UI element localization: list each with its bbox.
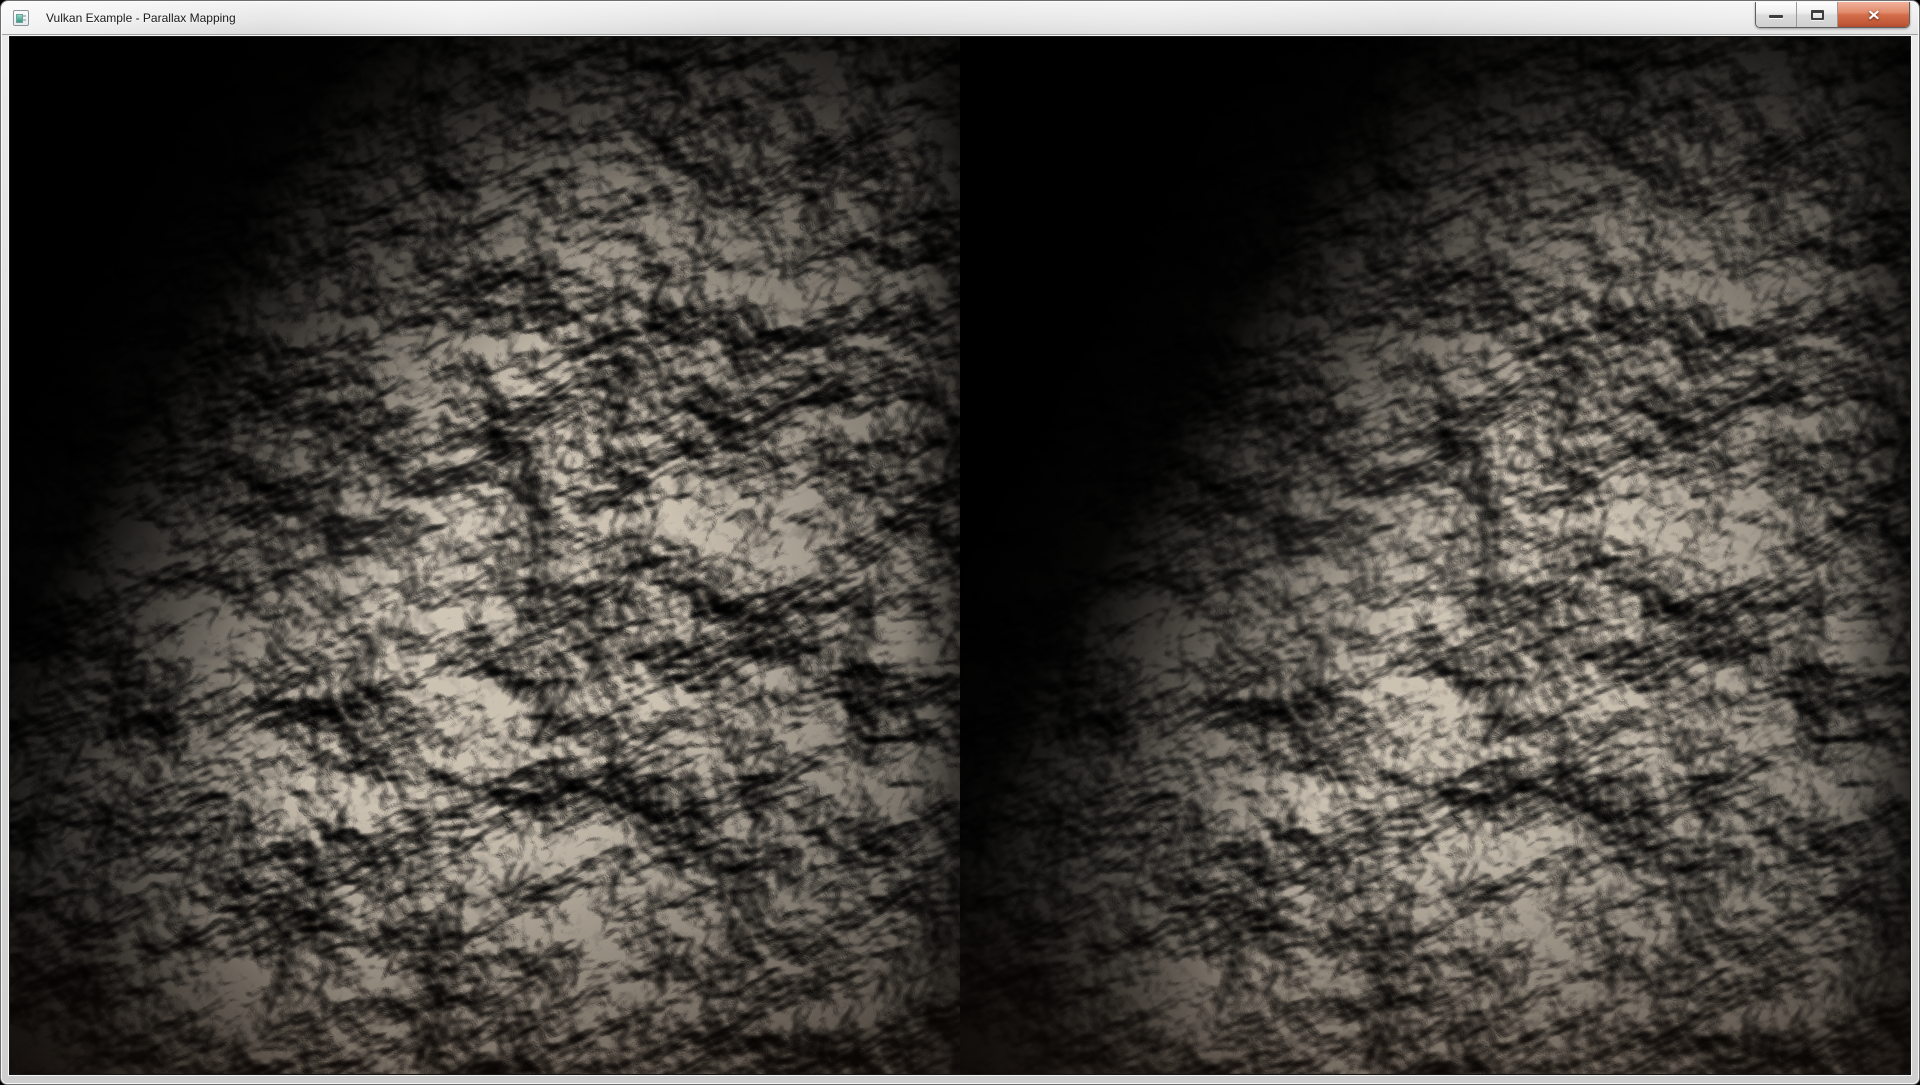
window-title: Vulkan Example - Parallax Mapping — [46, 11, 236, 25]
render-viewport-left[interactable] — [10, 37, 960, 1074]
minimize-icon — [1769, 15, 1783, 18]
app-icon-art — [23, 19, 26, 21]
rock-render-svg — [960, 37, 1910, 1074]
app-icon-art — [16, 14, 23, 23]
app-window: Vulkan Example - Parallax Mapping ✕ — [0, 0, 1920, 1085]
window-controls: ✕ — [1755, 2, 1910, 28]
rock-render-svg — [10, 37, 960, 1074]
close-icon: ✕ — [1867, 8, 1880, 22]
maximize-icon — [1811, 10, 1824, 20]
minimize-button[interactable] — [1756, 2, 1797, 27]
close-button[interactable]: ✕ — [1838, 2, 1909, 27]
render-viewport-right[interactable] — [960, 37, 1910, 1074]
maximize-button[interactable] — [1797, 2, 1838, 27]
app-icon-art — [23, 15, 26, 17]
render-area — [9, 36, 1911, 1075]
app-icon[interactable] — [13, 10, 29, 26]
titlebar[interactable]: Vulkan Example - Parallax Mapping ✕ — [2, 2, 1918, 35]
